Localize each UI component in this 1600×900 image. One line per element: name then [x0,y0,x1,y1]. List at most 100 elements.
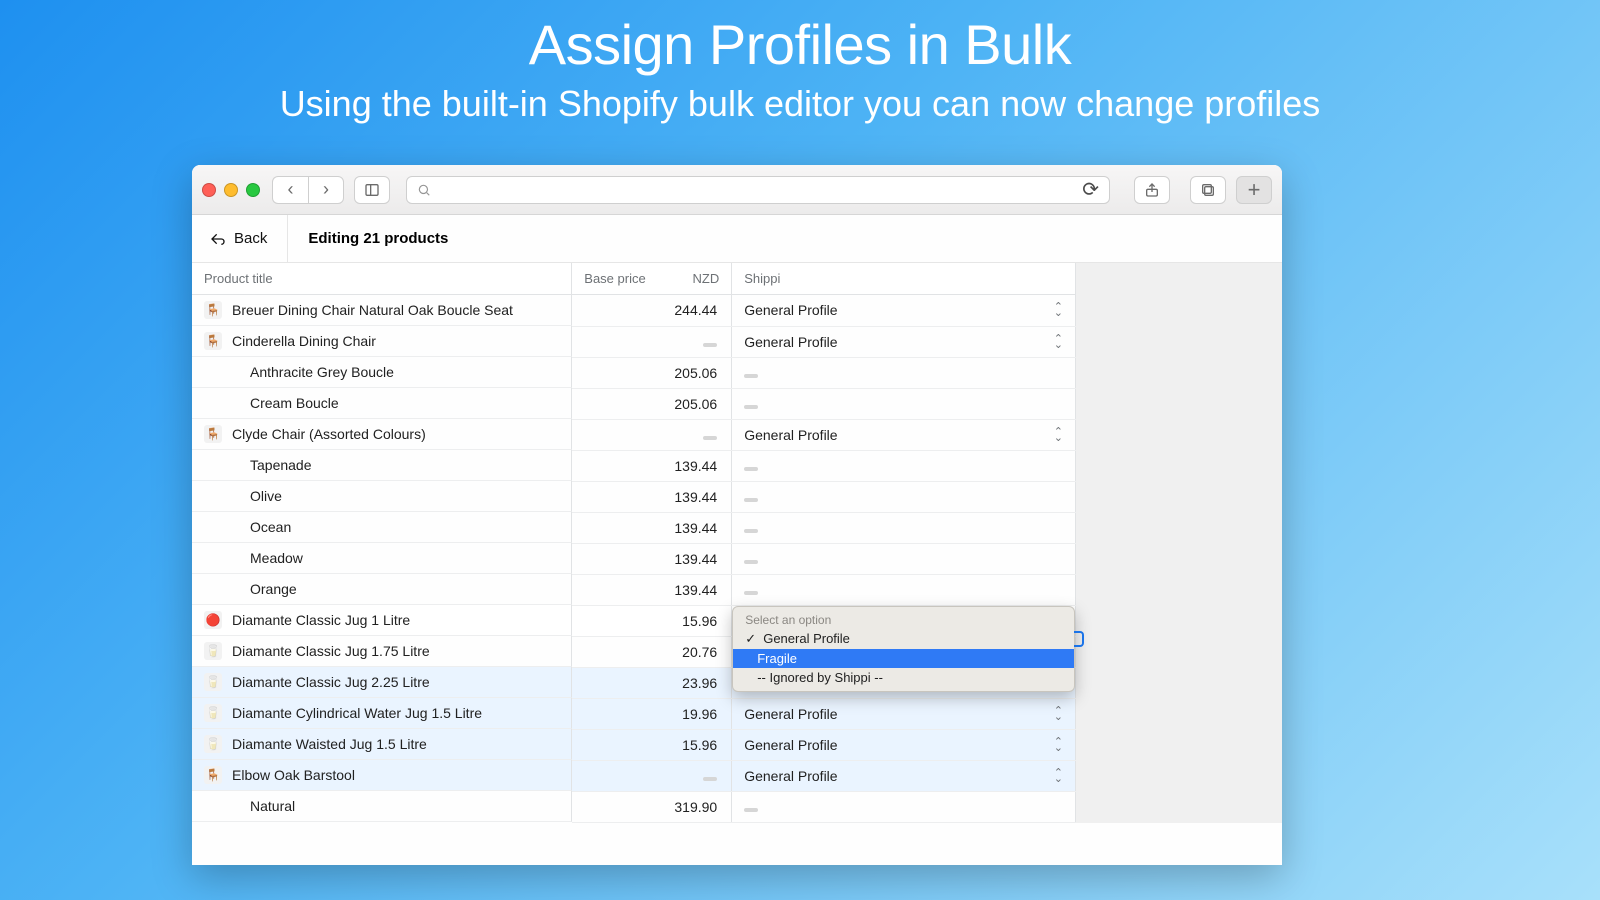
product-title-cell[interactable]: 🥛Diamante Classic Jug 1.75 Litre [192,636,572,667]
product-title-cell[interactable]: 🪑Elbow Oak Barstool [192,760,572,791]
shippi-profile-cell[interactable] [732,450,1076,481]
product-thumbnail: 🪑 [204,425,222,443]
share-button[interactable] [1134,176,1170,204]
product-title-cell[interactable]: 🥛Diamante Waisted Jug 1.5 Litre [192,729,572,760]
price-cell[interactable] [572,419,732,450]
price-cell[interactable]: 139.44 [572,450,732,481]
price-cell[interactable]: 139.44 [572,512,732,543]
shippi-profile-cell[interactable]: General Profile⌃⌄ [732,760,1076,791]
minimize-window-icon[interactable] [224,183,238,197]
product-title-cell[interactable]: 🪑Breuer Dining Chair Natural Oak Boucle … [192,295,572,326]
shippi-profile-cell[interactable] [732,481,1076,512]
profile-dropdown-menu[interactable]: Select an option✓General ProfileFragile-… [732,606,1075,692]
nav-back-forward: ‹ › [272,176,344,204]
column-header-price[interactable]: Base price NZD [572,263,732,295]
browser-forward-button[interactable]: › [308,176,344,204]
window-controls[interactable] [202,183,260,197]
shippi-profile-cell[interactable] [732,512,1076,543]
empty-dash-icon [744,529,758,533]
product-thumbnail: 🥛 [204,704,222,722]
editor-topbar: Back Editing 21 products [192,215,1282,263]
price-cell[interactable]: 244.44 [572,295,732,327]
product-thumbnail: 🥛 [204,673,222,691]
shippi-profile-cell[interactable]: General Profile⌃⌄ [732,729,1076,760]
new-tab-button[interactable]: + [1236,176,1272,204]
product-title-cell[interactable]: 🔴Diamante Classic Jug 1 Litre [192,605,572,636]
product-title-cell[interactable]: 🪑 Cinderella Dining Chair [192,326,572,357]
variant-title-cell[interactable]: Cream Boucle [192,388,572,419]
shippi-profile-cell[interactable] [732,791,1076,822]
zoom-window-icon[interactable] [246,183,260,197]
dropdown-option[interactable]: ✓General Profile [733,629,1074,649]
browser-titlebar: ‹ › ⟳ + [192,165,1282,215]
empty-dash-icon [703,436,717,440]
product-name: Cinderella Dining Chair [232,333,376,349]
address-bar[interactable]: ⟳ [406,176,1110,204]
price-cell[interactable]: 23.96 [572,667,732,698]
product-thumbnail: 🔴 [204,611,222,629]
empty-dash-icon [744,808,758,812]
variant-name: Ocean [250,519,291,535]
product-title-cell[interactable]: 🥛Diamante Classic Jug 2.25 Litre [192,667,572,698]
sidebar-toggle-button[interactable] [354,176,390,204]
variant-name: Olive [250,488,282,504]
product-name: Elbow Oak Barstool [232,767,355,783]
shippi-profile-cell[interactable]: General Profile⌃⌄ [732,419,1076,450]
back-link[interactable]: Back [210,230,267,247]
dropdown-header: Select an option [733,611,1074,629]
shippi-profile-cell[interactable]: General Profile⌃⌄ [732,698,1076,729]
dropdown-option[interactable]: Fragile [733,649,1074,668]
empty-dash-icon [744,560,758,564]
hero-title: Assign Profiles in Bulk [0,12,1600,77]
close-window-icon[interactable] [202,183,216,197]
empty-dash-icon [744,591,758,595]
column-header-shippi[interactable]: Shippi [732,263,1076,295]
price-cell[interactable]: 15.96 [572,605,732,636]
shippi-profile-cell[interactable] [732,543,1076,574]
tabs-button[interactable] [1190,176,1226,204]
product-title-cell[interactable]: 🪑 Clyde Chair (Assorted Colours) [192,419,572,450]
price-cell[interactable]: 19.96 [572,698,732,729]
dropdown-option[interactable]: -- Ignored by Shippi -- [733,668,1074,687]
variant-name: Cream Boucle [250,395,339,411]
shippi-profile-cell[interactable] [732,357,1076,388]
price-cell[interactable]: 205.06 [572,388,732,419]
variant-title-cell[interactable]: Olive [192,481,572,512]
shippi-profile-cell[interactable] [732,574,1076,605]
topbar-separator [287,215,288,263]
price-cell[interactable]: 205.06 [572,357,732,388]
column-header-title[interactable]: Product title [192,263,572,295]
browser-back-button[interactable]: ‹ [272,176,308,204]
price-cell[interactable]: 139.44 [572,481,732,512]
shippi-profile-cell[interactable]: General Profile⌃⌄ [732,295,1076,327]
product-name: Breuer Dining Chair Natural Oak Boucle S… [232,302,513,318]
variant-title-cell[interactable]: Natural [192,791,572,822]
product-thumbnail: 🪑 [204,332,222,350]
product-name: Clyde Chair (Assorted Colours) [232,426,426,442]
price-cell[interactable]: 139.44 [572,543,732,574]
editing-count-label: Editing 21 products [308,230,448,247]
shippi-profile-cell[interactable]: General Profile⌃⌄ [732,326,1076,357]
price-cell[interactable]: 15.96 [572,729,732,760]
hero-subtitle: Using the built-in Shopify bulk editor y… [0,83,1600,125]
variant-title-cell[interactable]: Orange [192,574,572,605]
empty-dash-icon [744,374,758,378]
price-cell[interactable]: 139.44 [572,574,732,605]
product-thumbnail: 🥛 [204,735,222,753]
profile-value: General Profile [744,706,837,722]
variant-name: Orange [250,581,297,597]
shippi-profile-cell[interactable]: Select an option✓General ProfileFragile-… [732,605,1076,636]
price-cell[interactable]: 20.76 [572,636,732,667]
product-title-cell[interactable]: 🥛Diamante Cylindrical Water Jug 1.5 Litr… [192,698,572,729]
variant-title-cell[interactable]: Anthracite Grey Boucle [192,357,572,388]
variant-title-cell[interactable]: Meadow [192,543,572,574]
profile-value: General Profile [744,427,837,443]
variant-title-cell[interactable]: Tapenade [192,450,572,481]
price-cell[interactable]: 319.90 [572,791,732,822]
price-cell[interactable] [572,760,732,791]
variant-title-cell[interactable]: Ocean [192,512,572,543]
shippi-profile-cell[interactable] [732,388,1076,419]
price-cell[interactable] [572,326,732,357]
profile-value: General Profile [744,737,837,753]
reload-icon[interactable]: ⟳ [1082,177,1099,202]
